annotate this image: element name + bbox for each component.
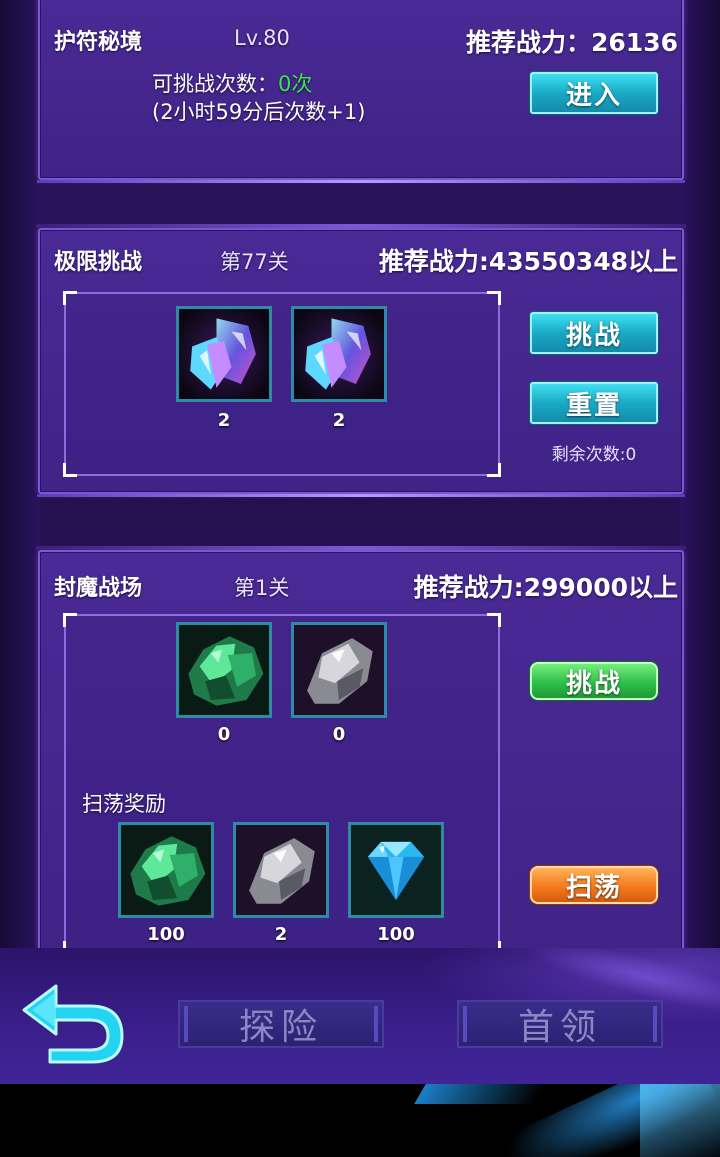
reset-button[interactable]: 重置 [530, 382, 658, 424]
silver-ore-icon[interactable] [291, 622, 387, 718]
reward-box: 2 2 [63, 291, 501, 477]
demon-battlefield-panel: 封魔战场 第1关 推荐战力:299000以上 0 0 扫荡奖励 100 2 10… [36, 546, 686, 970]
right-rail [680, 0, 720, 960]
explore-tab-button[interactable]: 探险 [178, 1000, 384, 1048]
challenge-button[interactable]: 挑战 [530, 312, 658, 354]
background-art [0, 1084, 720, 1157]
sweep-button[interactable]: 扫荡 [530, 866, 658, 904]
reward-count: 0 [332, 724, 346, 745]
reward-count: 2 [332, 410, 346, 431]
blue-crystal-icon[interactable] [291, 306, 387, 402]
challenge-button[interactable]: 挑战 [530, 662, 658, 700]
back-arrow-icon[interactable] [16, 980, 126, 1066]
attempts-label: 可挑战次数： [152, 72, 278, 96]
sweep-title: 扫荡奖励 [82, 792, 166, 816]
recover-note: (2小时59分后次数+1) [152, 100, 366, 124]
recommended-power: 推荐战力：26136 [466, 28, 678, 57]
boss-tab-button[interactable]: 首领 [457, 1000, 663, 1048]
reward-count: 0 [217, 724, 231, 745]
diamond-icon[interactable] [348, 822, 444, 918]
reward-count: 2 [274, 924, 288, 945]
recommended-power: 推荐战力:299000以上 [413, 573, 678, 602]
game-screen: 护符秘境 Lv.80 推荐战力：26136 可挑战次数：0次 (2小时59分后次… [0, 0, 720, 1157]
attempts-line: 可挑战次数：0次 [152, 68, 312, 98]
blue-crystal-icon[interactable] [176, 306, 272, 402]
silver-ore-icon[interactable] [233, 822, 329, 918]
reward-box: 0 0 扫荡奖励 100 2 100 [63, 613, 501, 955]
enter-button[interactable]: 进入 [530, 72, 658, 114]
stage-label: 第77关 [220, 250, 289, 274]
recommended-power: 推荐战力:43550348以上 [378, 247, 678, 276]
green-ore-icon[interactable] [118, 822, 214, 918]
reward-count: 2 [217, 410, 231, 431]
limit-challenge-panel: 极限挑战 第77关 推荐战力:43550348以上 2 2 挑战 重置 剩余次数… [36, 224, 686, 497]
panel-title: 极限挑战 [54, 250, 143, 275]
panel-title: 封魔战场 [54, 576, 143, 601]
reward-count: 100 [377, 924, 415, 945]
attempts-value: 0次 [278, 72, 313, 96]
stage-label: 第1关 [234, 576, 290, 600]
amulet-realm-panel: 护符秘境 Lv.80 推荐战力：26136 可挑战次数：0次 (2小时59分后次… [37, 0, 685, 183]
level-label: Lv.80 [234, 26, 290, 50]
reward-count: 100 [147, 924, 185, 945]
remaining-attempts: 剩余次数:0 [551, 445, 637, 465]
panel-title: 护符秘境 [54, 30, 143, 55]
left-rail [0, 0, 40, 960]
green-ore-icon[interactable] [176, 622, 272, 718]
